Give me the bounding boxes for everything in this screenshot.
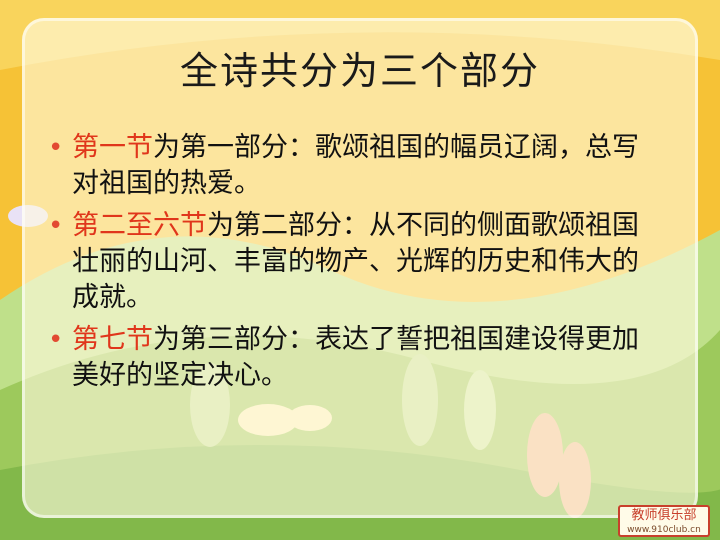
bullet-highlight: 第一节 — [72, 132, 153, 163]
bullet-highlight: 第二至六节 — [72, 210, 207, 241]
bullet-dot-icon: • — [48, 133, 64, 163]
bullet-item: • 第一节为第一部分：歌颂祖国的幅员辽阔，总写对祖国的热爱。 — [48, 130, 658, 202]
slide-stage: 全诗共分为三个部分 • 第一节为第一部分：歌颂祖国的幅员辽阔，总写对祖国的热爱。… — [0, 0, 720, 540]
bullet-list: • 第一节为第一部分：歌颂祖国的幅员辽阔，总写对祖国的热爱。 • 第二至六节为第… — [48, 130, 658, 400]
bullet-dot-icon: • — [48, 211, 64, 241]
bullet-text: 为第一部分：歌颂祖国的幅员辽阔，总写对祖国的热爱。 — [72, 132, 639, 199]
bullet-item: • 第二至六节为第二部分：从不同的侧面歌颂祖国壮丽的山河、丰富的物产、光辉的历史… — [48, 208, 658, 316]
bullet-highlight: 第七节 — [72, 324, 153, 355]
slide-title: 全诗共分为三个部分 — [179, 49, 540, 93]
logo-text: 教师俱乐部 — [631, 508, 697, 523]
logo-url: www.910club.cn — [627, 525, 701, 535]
bullet-text: 为第三部分：表达了誓把祖国建设得更加美好的坚定决心。 — [72, 324, 639, 391]
bullet-item: • 第七节为第三部分：表达了誓把祖国建设得更加美好的坚定决心。 — [48, 322, 658, 394]
bullet-dot-icon: • — [48, 325, 64, 355]
club-logo: 教师俱乐部 www.910club.cn — [618, 505, 710, 537]
